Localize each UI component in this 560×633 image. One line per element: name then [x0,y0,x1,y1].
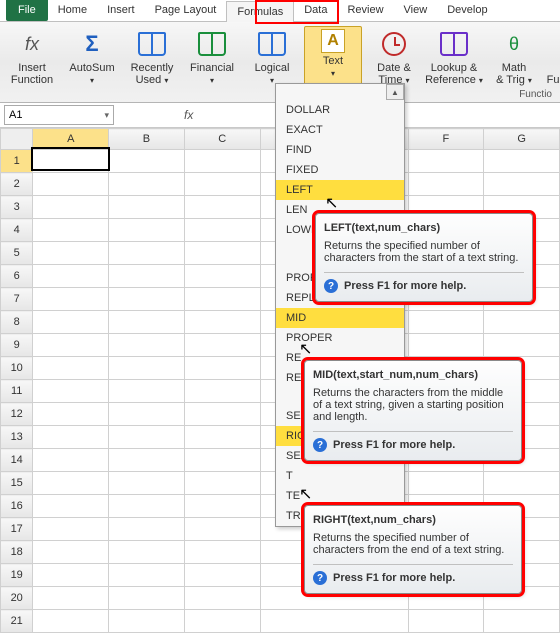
row-header[interactable]: 6 [1,265,33,288]
tab-formulas[interactable]: Formulas [226,1,294,22]
help-icon: ? [313,571,327,585]
tab-view[interactable]: View [394,0,438,21]
row-header[interactable]: 12 [1,403,33,426]
row-header[interactable]: 13 [1,426,33,449]
row-header[interactable]: 21 [1,610,33,633]
row-header[interactable]: 14 [1,449,33,472]
theta-icon: θ [498,28,530,60]
col-header[interactable]: B [109,129,185,150]
tooltip-right: RIGHT(text,num_chars) Returns the specif… [304,505,522,594]
tooltip-help: ? Press F1 for more help. [313,564,513,585]
tooltip-body: Returns the specified number of characte… [313,532,513,556]
row-header[interactable]: 18 [1,541,33,564]
autosum-button[interactable]: Σ AutoSum ▾ [64,26,120,89]
row-header[interactable]: 1 [1,150,33,173]
book-icon [438,28,470,60]
dd-item-mid[interactable]: MID [276,308,404,328]
fx-label[interactable]: fx [184,108,193,122]
row-header[interactable]: 15 [1,472,33,495]
name-box[interactable]: A1 [4,105,114,125]
tooltip-title: MID(text,start_num,num_chars) [313,369,513,381]
logical-button[interactable]: Logical▾ [244,26,300,89]
date-time-button[interactable]: Date & Time ▾ [366,26,422,89]
row-header[interactable]: 9 [1,334,33,357]
sheet-area: A B C F G 1 2 3 4 5 6 7 8 9 10 11 12 13 … [0,128,560,633]
tooltip-help: ? Press F1 for more help. [313,431,513,452]
row-header[interactable]: 5 [1,242,33,265]
dd-item-exact[interactable]: EXACT [276,120,404,140]
dd-item-find[interactable]: FIND [276,140,404,160]
row-header[interactable]: 11 [1,380,33,403]
row-header[interactable]: 8 [1,311,33,334]
col-header[interactable]: F [408,129,484,150]
select-all-corner[interactable] [1,129,33,150]
fx-icon: fx [16,28,48,60]
scroll-up-arrow[interactable]: ▲ [386,84,404,100]
help-icon: ? [313,438,327,452]
row-header[interactable]: 16 [1,495,33,518]
insert-function-button[interactable]: fx Insert Function [4,26,60,89]
text-icon: A [321,29,345,53]
row-header[interactable]: 19 [1,564,33,587]
more-functions-button[interactable]: More Functions ▾ [546,26,560,89]
row-header[interactable]: 7 [1,288,33,311]
col-header[interactable]: A [33,129,109,150]
recently-used-button[interactable]: Recently Used ▾ [124,26,180,89]
tab-developer[interactable]: Develop [437,0,497,21]
book-icon [256,28,288,60]
text-functions-button[interactable]: A Text▾ [304,26,362,89]
tooltip-mid: MID(text,start_num,num_chars) Returns th… [304,360,522,461]
tab-insert[interactable]: Insert [97,0,145,21]
clock-icon [378,28,410,60]
math-trig-button[interactable]: θ Math & Trig ▾ [486,26,542,89]
col-header[interactable]: G [484,129,560,150]
tooltip-help: ? Press F1 for more help. [324,272,524,293]
lookup-reference-button[interactable]: Lookup & Reference ▾ [426,26,482,89]
tooltip-title: LEFT(text,num_chars) [324,222,524,234]
tooltip-title: RIGHT(text,num_chars) [313,514,513,526]
row-header[interactable]: 10 [1,357,33,380]
tab-home[interactable]: Home [48,0,97,21]
dd-item-proper2[interactable]: PROPER [276,328,404,348]
dd-item-dollar[interactable]: DOLLAR [276,100,404,120]
book-icon [196,28,228,60]
dd-item-fixed[interactable]: FIXED [276,160,404,180]
dd-item-left[interactable]: LEFT [276,180,404,200]
tooltip-left: LEFT(text,num_chars) Returns the specifi… [315,213,533,302]
tab-data[interactable]: Data [294,0,337,21]
financial-button[interactable]: Financial▾ [184,26,240,89]
dd-item-t[interactable]: T [276,466,404,486]
row-header[interactable]: 20 [1,587,33,610]
tab-review[interactable]: Review [337,0,393,21]
row-header[interactable]: 2 [1,173,33,196]
ribbon-tabs: File Home Insert Page Layout Formulas Da… [0,0,560,22]
tooltip-body: Returns the specified number of characte… [324,240,524,264]
book-icon [136,28,168,60]
tooltip-body: Returns the characters from the middle o… [313,387,513,423]
row-header[interactable]: 3 [1,196,33,219]
tab-file[interactable]: File [6,0,48,21]
help-icon: ? [324,279,338,293]
tab-page-layout[interactable]: Page Layout [145,0,227,21]
row-header[interactable]: 4 [1,219,33,242]
col-header[interactable]: C [184,129,260,150]
sigma-icon: Σ [76,28,108,60]
row-header[interactable]: 17 [1,518,33,541]
dd-item-te[interactable]: TE [276,486,404,506]
